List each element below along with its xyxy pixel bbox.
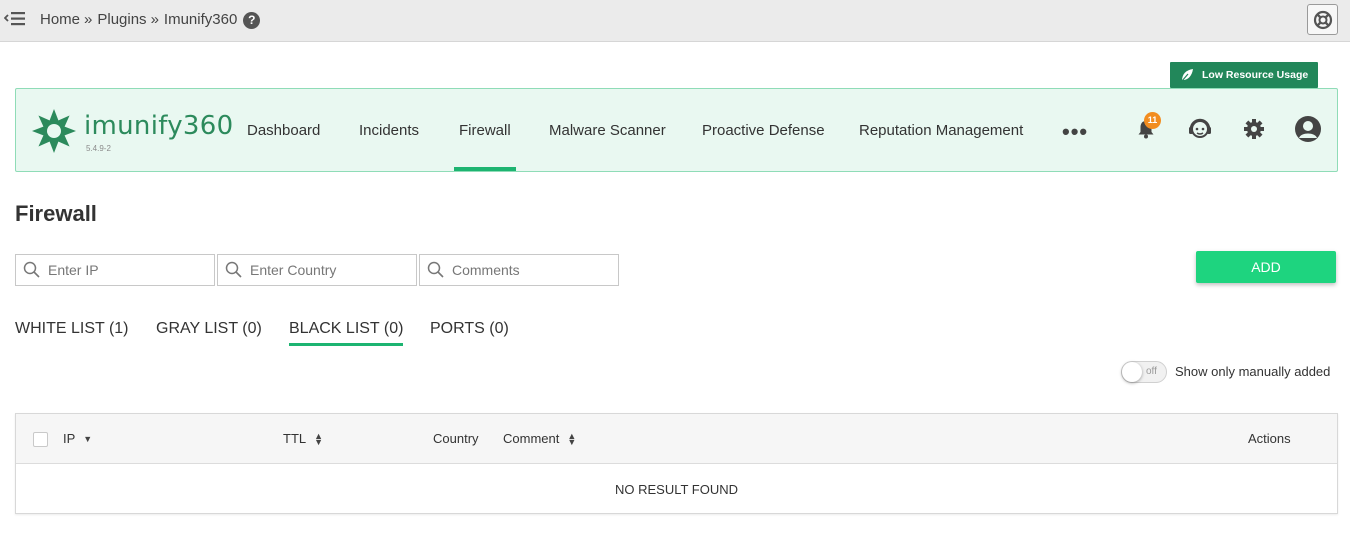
manually-added-toggle[interactable]: off xyxy=(1121,361,1167,383)
settings-gear-icon[interactable] xyxy=(1240,115,1268,143)
nav-dashboard[interactable]: Dashboard xyxy=(247,89,320,171)
breadcrumb: Home » Plugins » Imunify360 ? xyxy=(40,10,261,29)
page-title: Firewall xyxy=(15,201,97,226)
menu-collapse-icon[interactable] xyxy=(3,9,26,29)
nav-malware-scanner[interactable]: Malware Scanner xyxy=(549,89,666,171)
add-button[interactable]: ADD xyxy=(1196,251,1336,283)
empty-table-message: NO RESULT FOUND xyxy=(614,481,739,497)
nav-reputation-management[interactable]: Reputation Management xyxy=(859,89,1023,171)
tab-black-list[interactable]: BLACK LIST (0) xyxy=(289,320,404,346)
top-bar: Home » Plugins » Imunify360 ? xyxy=(0,0,1350,42)
ip-search-input[interactable] xyxy=(48,262,208,278)
nav-firewall[interactable]: Firewall xyxy=(454,89,516,171)
tab-gray-list[interactable]: GRAY LIST (0) xyxy=(156,320,262,343)
tab-ports[interactable]: PORTS (0) xyxy=(430,320,509,343)
country-filter[interactable] xyxy=(217,254,417,286)
nav-incidents[interactable]: Incidents xyxy=(359,89,419,171)
column-ttl-label: TTL xyxy=(283,431,307,446)
ip-filter[interactable] xyxy=(15,254,215,286)
column-comment[interactable]: Comment ▲ ▼ xyxy=(503,431,576,446)
column-country: Country xyxy=(433,431,479,446)
firewall-table: IP ▼ TTL ▲ ▼ Country Comment ▲ ▼ Actions N… xyxy=(15,413,1338,514)
imunify360-logo[interactable]: imunify360 5.4.9-2 xyxy=(30,107,233,157)
column-comment-label: Comment xyxy=(503,431,560,446)
notification-count-badge: 11 xyxy=(1144,112,1161,129)
manually-added-label: Show only manually added xyxy=(1175,364,1331,379)
sort-down-icon: ▼ xyxy=(83,433,93,444)
version-label: 5.4.9-2 xyxy=(86,144,111,153)
notifications-bell-icon[interactable]: 11 xyxy=(1132,112,1161,143)
comments-search-input[interactable] xyxy=(452,262,612,278)
main-nav: imunify360 5.4.9-2 Dashboard Incidents F… xyxy=(15,88,1338,172)
breadcrumb-separator: » xyxy=(84,11,93,28)
search-icon xyxy=(23,261,40,278)
search-icon xyxy=(225,261,242,278)
low-resource-usage-label: Low Resource Usage xyxy=(1202,69,1309,81)
sort-both-icon: ▲ ▼ xyxy=(567,430,577,447)
toggle-knob xyxy=(1122,362,1142,382)
breadcrumb-current: Imunify360 xyxy=(163,11,238,28)
help-icon[interactable]: ? xyxy=(243,12,261,29)
comments-filter[interactable] xyxy=(419,254,619,286)
column-ip[interactable]: IP ▼ xyxy=(63,431,92,446)
nav-proactive-defense[interactable]: Proactive Defense xyxy=(702,89,825,171)
lifebuoy-icon[interactable] xyxy=(1307,4,1338,35)
select-all-checkbox[interactable] xyxy=(33,432,48,447)
tab-white-list[interactable]: WHITE LIST (1) xyxy=(15,320,129,343)
low-resource-usage-badge[interactable]: Low Resource Usage xyxy=(1170,62,1318,88)
toggle-state: off xyxy=(1146,366,1157,377)
support-agent-icon[interactable] xyxy=(1186,115,1214,143)
user-account-icon[interactable] xyxy=(1294,115,1322,143)
search-icon xyxy=(427,261,444,278)
leaf-icon xyxy=(1181,69,1193,82)
logo-text: imunify360 xyxy=(84,111,234,141)
imunify-star-icon xyxy=(32,109,76,153)
column-actions-label: Actions xyxy=(1248,431,1291,446)
table-header: IP ▼ TTL ▲ ▼ Country Comment ▲ ▼ Actions xyxy=(16,414,1337,464)
breadcrumb-home[interactable]: Home xyxy=(40,11,80,28)
country-search-input[interactable] xyxy=(250,262,410,278)
breadcrumb-separator: » xyxy=(150,11,159,28)
breadcrumb-plugins[interactable]: Plugins xyxy=(97,11,146,28)
sort-both-icon: ▲ ▼ xyxy=(314,430,324,447)
more-menu-icon[interactable]: ••• xyxy=(1062,119,1088,145)
column-ip-label: IP xyxy=(63,431,76,446)
column-country-label: Country xyxy=(433,431,479,446)
column-ttl[interactable]: TTL ▲ ▼ xyxy=(283,431,323,446)
column-actions: Actions xyxy=(1248,431,1291,446)
